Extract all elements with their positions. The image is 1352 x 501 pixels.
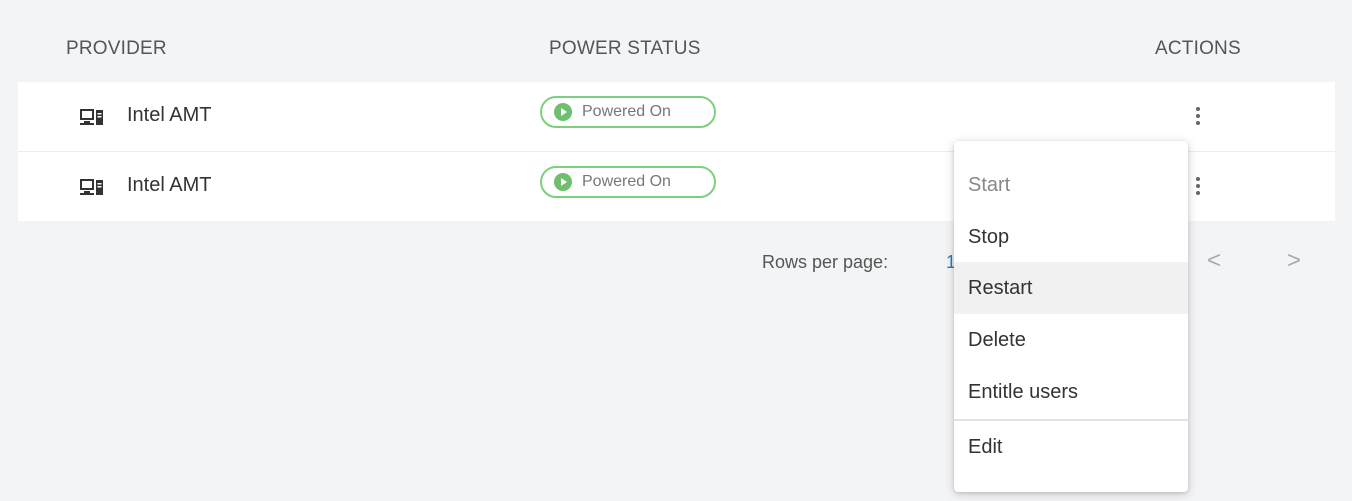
desktop-computer-icon — [80, 179, 103, 195]
header-provider[interactable]: PROVIDER — [66, 38, 167, 60]
status-badge: Powered On — [540, 96, 716, 128]
row-actions-menu-button[interactable] — [1188, 170, 1208, 202]
menu-item-delete[interactable]: Delete — [954, 314, 1188, 366]
provider-name: Intel AMT — [127, 104, 212, 126]
status-badge: Powered On — [540, 166, 716, 198]
status-label: Powered On — [582, 173, 671, 190]
menu-item-entitle-users[interactable]: Entitle users — [954, 366, 1188, 418]
chevron-left-icon[interactable]: < — [1207, 247, 1221, 275]
header-power-status[interactable]: POWER STATUS — [549, 38, 701, 60]
provider-name: Intel AMT — [127, 174, 212, 196]
row-actions-menu-button[interactable] — [1188, 100, 1208, 132]
table-header: PROVIDER POWER STATUS ACTIONS — [18, 18, 1335, 82]
actions-dropdown-menu: Start Stop Restart Delete Entitle users … — [954, 141, 1188, 492]
header-actions: ACTIONS — [1155, 38, 1241, 59]
play-icon — [554, 173, 572, 191]
more-vertical-icon — [1196, 177, 1200, 181]
rows-per-page-label: Rows per page: — [762, 252, 889, 272]
chevron-right-icon[interactable]: > — [1287, 247, 1301, 275]
more-vertical-icon — [1196, 107, 1200, 111]
status-label: Powered On — [582, 103, 671, 120]
menu-item-edit[interactable]: Edit — [954, 421, 1188, 473]
desktop-computer-icon — [80, 109, 103, 125]
menu-item-stop[interactable]: Stop — [954, 211, 1188, 263]
menu-item-start: Start — [968, 174, 1011, 196]
play-icon — [554, 103, 572, 121]
menu-item-restart[interactable]: Restart — [954, 262, 1188, 314]
